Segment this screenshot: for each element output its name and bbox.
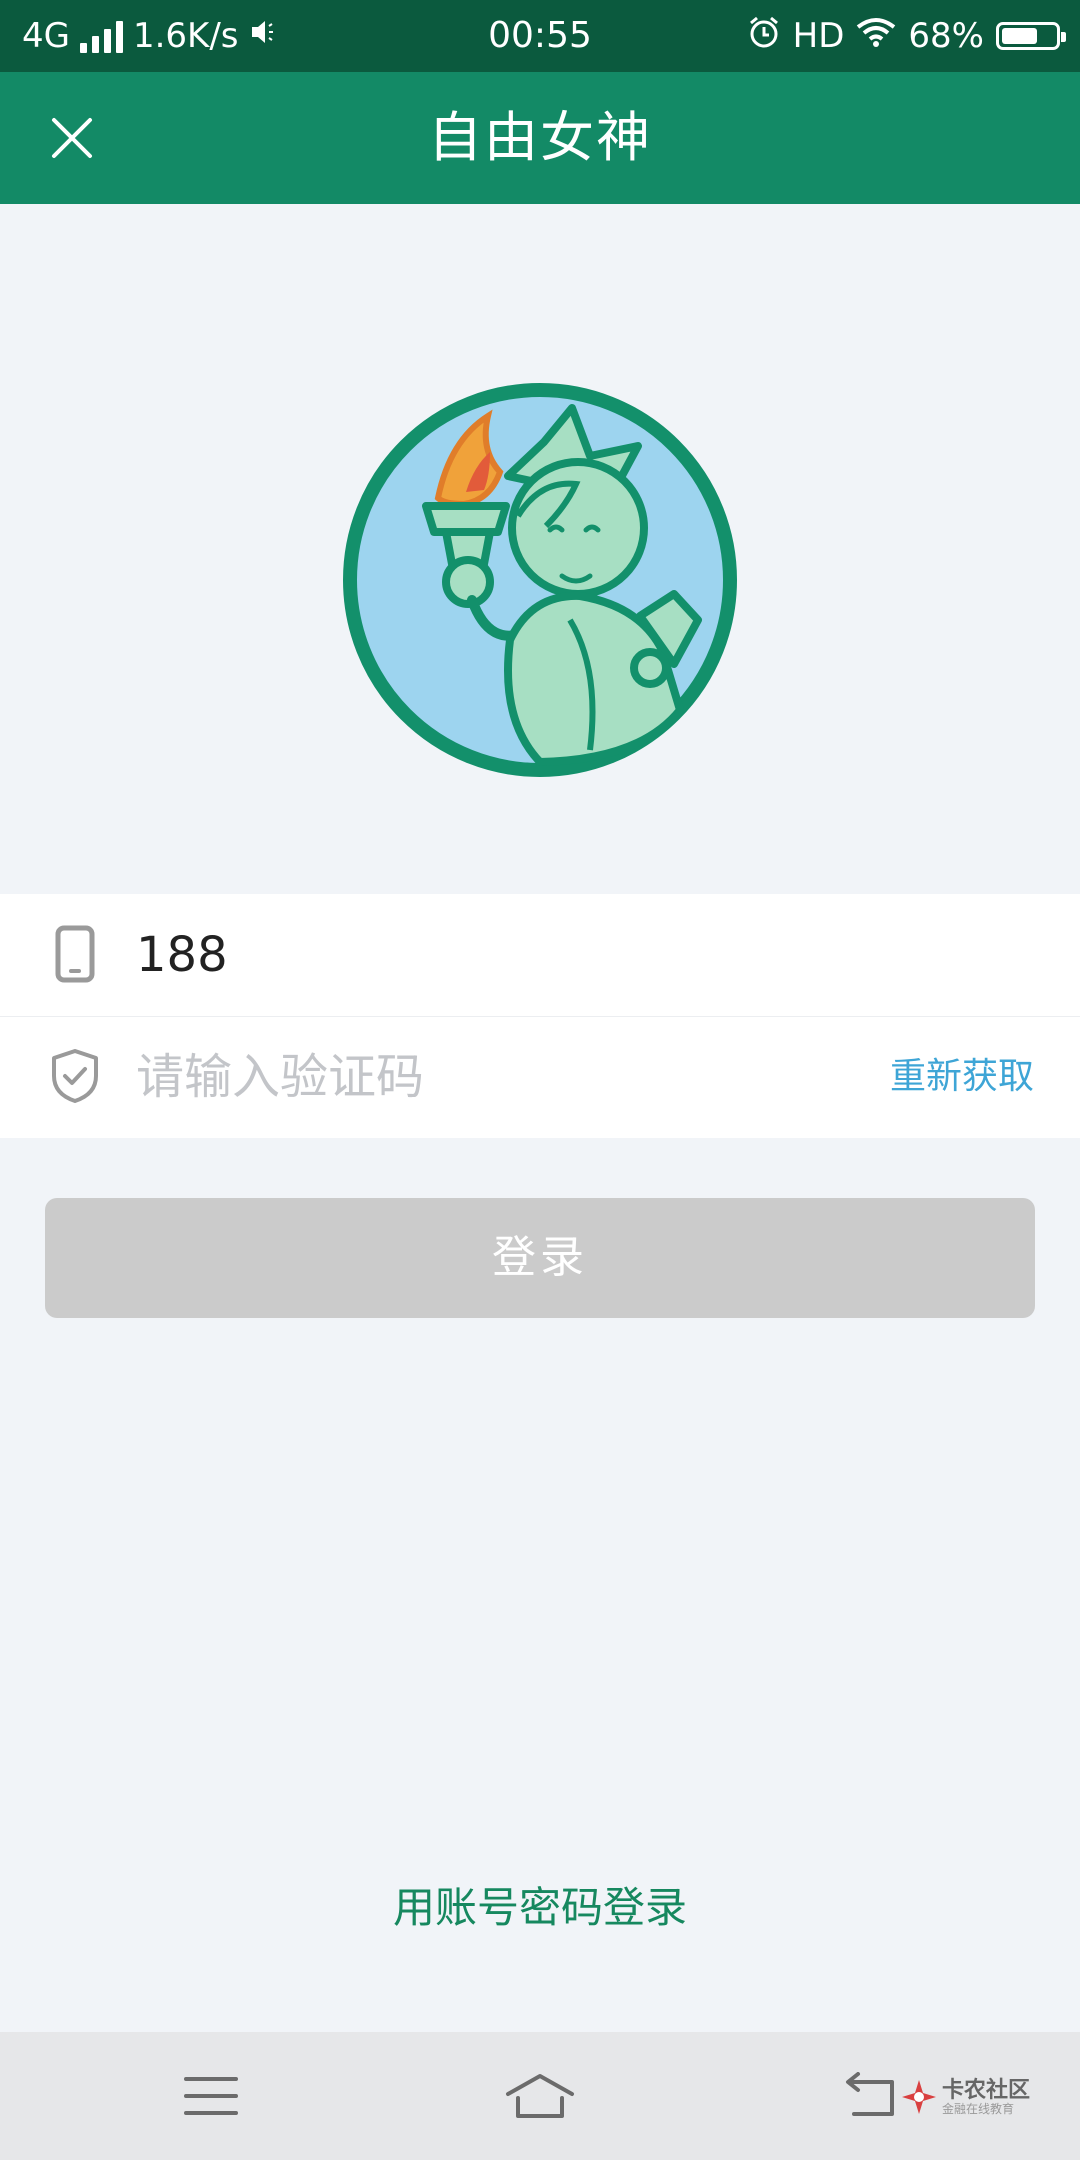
title-bar: 自由女神 — [0, 72, 1080, 204]
wifi-icon — [856, 16, 896, 56]
nav-home-button[interactable] — [485, 2056, 595, 2136]
back-icon — [846, 2072, 894, 2116]
shield-check-icon — [50, 1044, 100, 1108]
login-button[interactable]: 登录 — [45, 1198, 1035, 1318]
home-icon — [506, 2074, 574, 2118]
page-title: 自由女神 — [428, 106, 652, 169]
menu-icon — [184, 2077, 238, 2115]
system-nav-bar: 卡农社区 金融在线教育 — [0, 2032, 1080, 2160]
nav-menu-button[interactable] — [156, 2056, 266, 2136]
verification-code-input[interactable] — [136, 1036, 856, 1118]
app-logo — [340, 380, 740, 780]
resend-code-button[interactable]: 重新获取 — [890, 1016, 1034, 1138]
battery-level — [1002, 28, 1037, 44]
watermark-tagline: 金融在线教育 — [942, 2102, 1015, 2116]
phone-row — [0, 894, 1080, 1017]
watermark-logo-icon — [902, 2080, 936, 2114]
status-bar: 4G 1.6K/s 00:55 HD 68% — [0, 0, 1080, 72]
hd-indicator: HD — [792, 16, 845, 56]
code-row: 重新获取 — [0, 1016, 1080, 1138]
alarm-icon — [747, 15, 781, 58]
battery-percent: 68% — [908, 16, 984, 56]
watermark: 卡农社区 金融在线教育 — [900, 2070, 1050, 2126]
password-login-link[interactable]: 用账号密码登录 — [0, 1874, 1080, 1934]
login-form: 重新获取 — [0, 894, 1080, 1138]
phone-icon — [50, 922, 100, 986]
battery-icon — [996, 22, 1066, 50]
phone-input[interactable] — [136, 914, 856, 996]
status-right: HD 68% — [747, 0, 1066, 72]
